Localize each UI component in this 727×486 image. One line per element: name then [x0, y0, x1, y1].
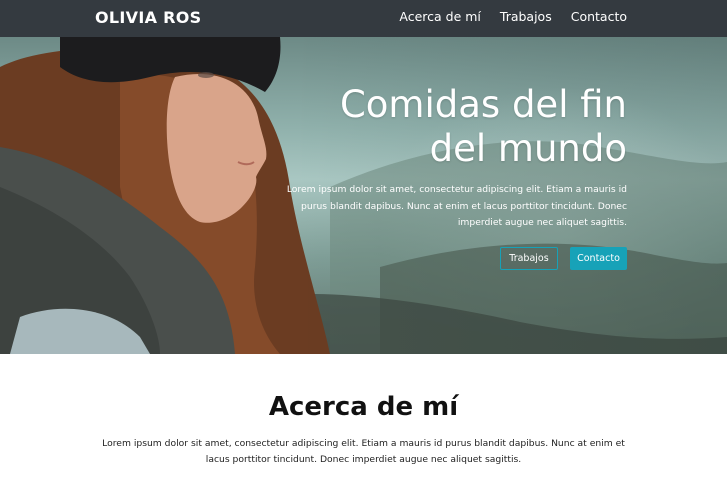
hero-description: Lorem ipsum dolor sit amet, consectetur … [286, 184, 627, 228]
top-navbar: OLIVIA ROS Acerca de mí Trabajos Contact… [0, 0, 727, 37]
about-title: Acerca de mí [268, 392, 459, 422]
about-description: Lorem ipsum dolor sit amet, consectetur … [102, 438, 625, 465]
brand-logo[interactable]: OLIVIA ROS [95, 8, 201, 27]
hero-contacto-button[interactable]: Contacto [570, 247, 627, 270]
nav-link-acerca[interactable]: Acerca de mí [399, 9, 481, 24]
hero-trabajos-button[interactable]: Trabajos [500, 247, 558, 270]
hero-title-line-1: Comidas del fin [339, 83, 627, 126]
nav-links: Acerca de mí Trabajos Contacto [399, 9, 627, 24]
nav-link-contacto[interactable]: Contacto [571, 9, 627, 24]
hero-section: Comidas del fin del mundo Lorem ipsum do… [0, 37, 727, 354]
nav-link-trabajos[interactable]: Trabajos [500, 9, 552, 24]
hero-title: Comidas del fin del mundo [287, 83, 627, 172]
about-section: Acerca de mí Lorem ipsum dolor sit amet,… [0, 354, 727, 486]
hero-title-line-2: del mundo [429, 127, 627, 171]
